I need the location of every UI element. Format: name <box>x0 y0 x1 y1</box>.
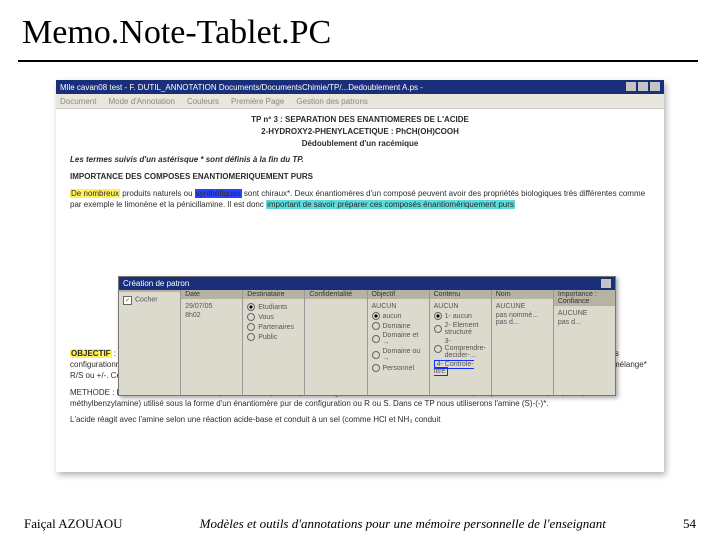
column-cell: 2- Element structuré <box>434 321 487 337</box>
column-header: Date <box>181 290 242 299</box>
radio[interactable] <box>247 323 255 331</box>
column-header: Nom <box>492 290 553 299</box>
title-rule <box>18 60 698 62</box>
column-header: Confidentalité <box>305 290 366 299</box>
radio[interactable] <box>372 364 380 372</box>
asterisk-note: Les termes suivis d'un astérisque * sont… <box>70 155 650 166</box>
minimize-icon[interactable] <box>626 82 636 91</box>
menu-annotation[interactable]: Mode d'Annotation <box>108 97 174 106</box>
column-cell: 1- aucun <box>434 311 487 321</box>
column-cell: Domaine et → <box>372 331 425 347</box>
dialog-close-icon[interactable] <box>601 279 611 288</box>
column-cell: pas d... <box>558 318 611 327</box>
dialog-creation-patron: Création de patron ✓Cocher Date 29/07/058h… <box>118 276 616 396</box>
column-cell: Partenaires <box>247 322 300 332</box>
radio[interactable] <box>372 312 380 320</box>
column-cell: 3- Comprendre-decider-... <box>434 337 487 360</box>
column-cell: ✓Cocher <box>123 295 176 306</box>
radio[interactable] <box>372 322 380 330</box>
column-cell: aucun <box>372 311 425 321</box>
dialog-column: Nom AUCUNEpas nommé... pas d... <box>492 290 554 395</box>
last-line: L'acide réagit avec l'amine selon une ré… <box>70 415 650 426</box>
footer-page: 54 <box>683 516 696 532</box>
highlight-yellow-1: De nombreux <box>70 189 120 198</box>
checkbox[interactable]: ✓ <box>123 296 132 305</box>
dialog-column: Destinataire EtudiantsVousPartenairesPubl… <box>243 290 305 395</box>
footer-caption: Modèles et outils d'annotations pour une… <box>123 516 683 532</box>
footer-author: Faiçal AZOUAOU <box>24 516 123 532</box>
window-title: Mlle cavan08 test - F. DUTIL_ANNOTATION … <box>60 83 423 92</box>
importance-heading: IMPORTANCE DES COMPOSES ENANTIOMERIQUEME… <box>70 172 650 183</box>
column-cell: AUCUNE <box>496 302 549 311</box>
column-cell: Public <box>247 332 300 342</box>
column-header: Importance : Confiance <box>554 290 615 306</box>
column-cell: Etudiants <box>247 302 300 312</box>
column-cell: AUCUN <box>434 302 487 311</box>
column-header: Destinataire <box>243 290 304 299</box>
dialog-column: Date 29/07/058h02 <box>181 290 243 395</box>
column-cell: AUCUN <box>372 302 425 311</box>
doc-heading2: 2-HYDROXY2-PHENYLACETIQUE : PhCH(OH)COOH <box>70 127 650 138</box>
radio[interactable] <box>247 333 255 341</box>
radio[interactable] <box>434 345 442 353</box>
column-cell: Domaine ou → <box>372 347 425 363</box>
column-header: Objectif <box>368 290 429 299</box>
window-controls <box>624 78 660 96</box>
window-titlebar: Mlle cavan08 test - F. DUTIL_ANNOTATION … <box>56 80 664 94</box>
close-icon[interactable] <box>650 82 660 91</box>
menu-patrons[interactable]: Gestion des patrons <box>296 97 368 106</box>
dialog-column: ✓Cocher <box>119 290 181 395</box>
screenshot-frame: Mlle cavan08 test - F. DUTIL_ANNOTATION … <box>56 80 664 472</box>
slide-title: Memo.Note-Tablet.PC <box>0 0 720 60</box>
menu-document[interactable]: Document <box>60 97 96 106</box>
highlight-blue: synthétiques <box>195 189 242 198</box>
slide-footer: Faiçal AZOUAOU Modèles et outils d'annot… <box>0 516 720 532</box>
column-cell: pas nommé... pas d... <box>496 311 549 327</box>
dialog-column: Confidentalité <box>305 290 367 395</box>
column-header <box>119 290 180 292</box>
column-cell: Domaine <box>372 321 425 331</box>
column-cell: AUCUNE <box>558 309 611 318</box>
paragraph-1: De nombreux produits naturels ou synthét… <box>70 189 650 211</box>
menubar: Document Mode d'Annotation Couleurs Prem… <box>56 94 664 109</box>
radio[interactable] <box>247 303 255 311</box>
column-cell: Personnel <box>372 363 425 373</box>
dialog-column: Objectif AUCUNaucunDomaineDomaine et →Dom… <box>368 290 430 395</box>
column-cell: 29/07/05 <box>185 302 238 311</box>
menu-firstpage[interactable]: Première Page <box>231 97 284 106</box>
radio[interactable] <box>434 325 442 333</box>
dialog-column: Importance : Confiance AUCUNEpas d... <box>554 290 615 395</box>
radio[interactable] <box>434 312 442 320</box>
doc-heading3: Dédoublement d'un racémique <box>70 139 650 150</box>
maximize-icon[interactable] <box>638 82 648 91</box>
column-header: Contenu <box>430 290 491 299</box>
column-cell: 8h02 <box>185 311 238 320</box>
dialog-titlebar: Création de patron <box>119 277 615 290</box>
dialog-column: Contenu AUCUN1- aucun2- Element structuré… <box>430 290 492 395</box>
objectif-label: OBJECTIF <box>70 349 112 358</box>
radio[interactable] <box>372 335 380 343</box>
column-cell: Vous <box>247 312 300 322</box>
menu-colors[interactable]: Couleurs <box>187 97 219 106</box>
dialog-title: Création de patron <box>123 279 189 288</box>
highlight-cyan: important de savoir préparer ces composé… <box>266 200 515 209</box>
selected-option: 4- Controle-titre <box>434 360 474 376</box>
doc-heading1: TP nº 3 : SEPARATION DES ENANTIOMERES DE… <box>70 115 650 126</box>
column-cell: 4- Controle-titre <box>434 360 487 376</box>
radio[interactable] <box>372 351 380 359</box>
radio[interactable] <box>247 313 255 321</box>
